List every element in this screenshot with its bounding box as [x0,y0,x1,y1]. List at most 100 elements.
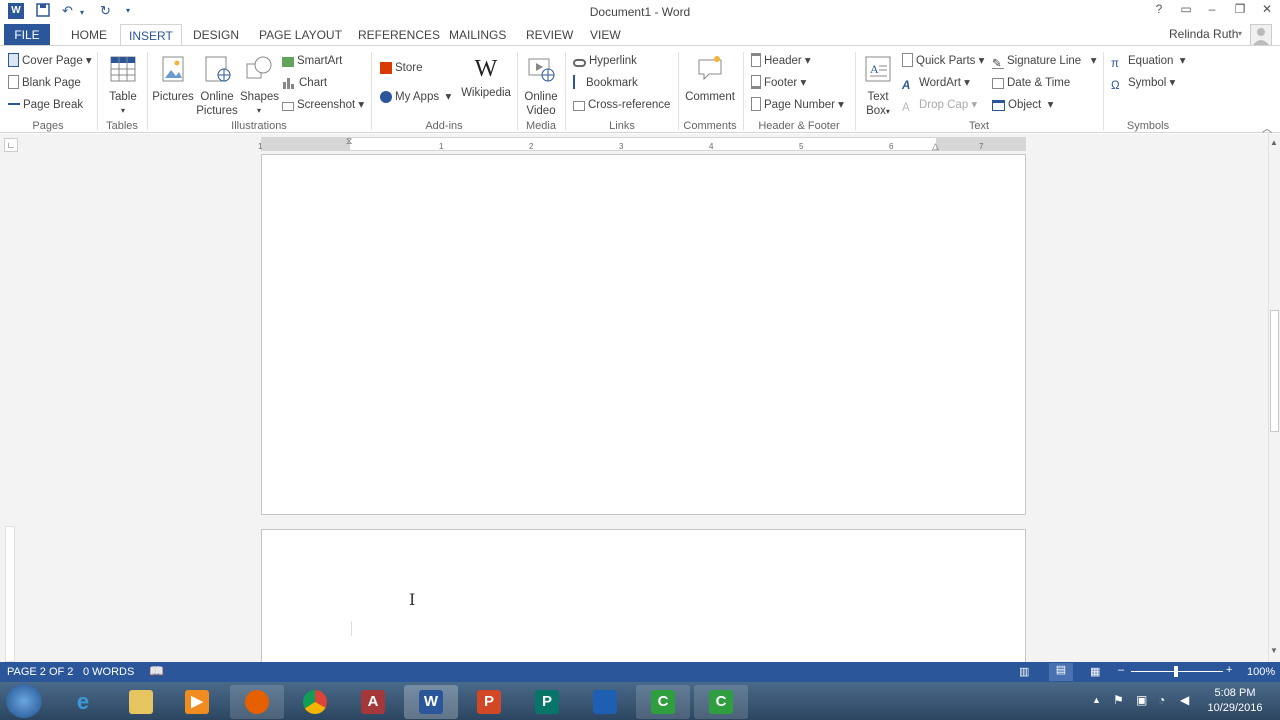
vertical-ruler[interactable] [5,526,15,662]
taskbar-ie[interactable]: e [56,685,110,719]
taskbar-remote-desktop[interactable] [578,685,632,719]
object-button[interactable]: Object ▾ [992,96,1053,114]
tab-mailings[interactable]: MAILINGS [441,24,514,46]
cross-reference-button[interactable]: Cross-reference [573,96,670,114]
cover-page-button[interactable]: Cover Page ▾ [8,52,92,70]
scroll-down-icon[interactable]: ▼ [1270,646,1278,655]
wordart-button[interactable]: A WordArt ▾ [902,74,970,92]
tab-file[interactable]: FILE [4,24,50,46]
tray-wifi-icon[interactable]: ◔ [1158,693,1165,707]
web-layout-icon[interactable]: ▦ [1090,665,1100,678]
right-indent-marker-icon[interactable]: △ [932,141,939,152]
vertical-scrollbar[interactable]: ▲ ▼ [1268,134,1280,662]
cross-reference-label: Cross-reference [588,99,671,111]
page-2[interactable] [261,529,1026,669]
page-number-button[interactable]: Page Number ▾ [751,96,844,114]
collapse-ribbon-icon[interactable]: ︿ [1262,120,1272,135]
date-time-button[interactable]: Date & Time [992,74,1070,92]
drop-cap-icon: A [902,102,910,114]
taskbar-publisher[interactable]: P [520,685,574,719]
online-video-button[interactable]: Online Video [521,54,561,118]
taskbar-camtasia-1[interactable]: C [636,685,690,719]
tab-references[interactable]: REFERENCES [350,24,448,46]
scroll-up-icon[interactable]: ▲ [1270,138,1278,147]
chart-button[interactable]: Chart [282,74,327,92]
store-button[interactable]: Store [380,59,423,77]
online-pictures-label-1: Online [200,91,234,103]
tray-flag-icon[interactable]: ⚑ [1113,693,1124,707]
tray-volume-icon[interactable]: ◀ [1180,693,1189,707]
tray-expand-icon[interactable]: ▲ [1092,695,1101,705]
print-layout-icon[interactable]: ▤ [1049,663,1073,681]
zoom-in-icon[interactable]: + [1226,664,1232,676]
my-apps-button[interactable]: My Apps ▾ [380,88,451,106]
header-button[interactable]: Header ▾ [751,52,811,70]
chart-icon [282,76,296,90]
group-separator [97,52,98,130]
taskbar-word[interactable]: W [404,685,458,719]
taskbar-firefox[interactable] [230,685,284,719]
table-button[interactable]: Table ▾ [104,54,142,118]
taskbar-explorer[interactable] [114,685,168,719]
scrollbar-thumb[interactable] [1270,310,1279,432]
svg-text:A: A [870,62,879,76]
page-1[interactable] [261,154,1026,515]
word-count[interactable]: 0 WORDS [83,666,134,678]
user-dropdown-icon[interactable]: ▾ [1238,29,1242,38]
zoom-out-icon[interactable]: – [1118,664,1124,676]
bookmark-button[interactable]: Bookmark [573,74,638,92]
tab-home[interactable]: HOME [63,24,115,46]
group-label-symbols: Symbols [1126,120,1170,132]
footer-button[interactable]: Footer ▾ [751,74,806,92]
page-break-button[interactable]: Page Break [8,96,83,114]
blank-page-button[interactable]: Blank Page [8,74,81,92]
close-button[interactable]: ✕ [1256,2,1278,22]
avatar[interactable] [1250,24,1272,46]
tray-network-icon[interactable]: ▣ [1136,693,1147,707]
hyperlink-button[interactable]: Hyperlink [573,52,637,70]
tab-selector[interactable]: ∟ [4,138,18,152]
group-separator [678,52,679,130]
read-mode-icon[interactable]: ▥ [1019,665,1029,678]
taskbar-camtasia-2[interactable]: C [694,685,748,719]
tab-review[interactable]: REVIEW [518,24,581,46]
page-break-icon [8,103,20,111]
taskbar-chrome[interactable] [288,685,342,719]
taskbar-powerpoint[interactable]: P [462,685,516,719]
comment-button[interactable]: Comment [683,54,737,104]
text-box-button[interactable]: A Text Box▾ [860,54,896,119]
group-label-addins: Add-ins [425,120,463,132]
equation-button[interactable]: π Equation ▾ [1111,52,1186,70]
wikipedia-button[interactable]: W Wikipedia [460,54,512,100]
page-count[interactable]: PAGE 2 OF 2 [7,666,73,678]
ribbon-display-icon[interactable]: ▭ [1175,2,1197,22]
indent-marker-icon[interactable]: ⧖ [346,136,352,147]
tab-view[interactable]: VIEW [582,24,629,46]
pictures-icon [162,56,184,82]
help-icon[interactable]: ? [1148,2,1170,22]
zoom-level[interactable]: 100% [1247,666,1275,678]
maximize-button[interactable]: ❐ [1229,2,1251,22]
document-area: I [0,154,1268,669]
zoom-thumb[interactable] [1174,666,1178,677]
quick-parts-button[interactable]: Quick Parts ▾ [902,52,984,70]
pictures-button[interactable]: Pictures [151,54,195,104]
tab-design[interactable]: DESIGN [185,24,247,46]
taskbar-access[interactable]: A [346,685,400,719]
tab-insert[interactable]: INSERT [120,24,182,47]
proofing-icon[interactable]: 📖 [149,664,164,678]
online-pictures-button[interactable]: Online Pictures [196,54,238,118]
start-button[interactable] [6,684,42,718]
user-name[interactable]: Relinda Ruth [1169,27,1238,41]
symbol-button[interactable]: Ω Symbol ▾ [1111,74,1175,92]
tab-page-layout[interactable]: PAGE LAYOUT [251,24,350,46]
shapes-button[interactable]: Shapes ▾ [240,54,279,118]
clock[interactable]: 5:08 PM 10/29/2016 [1200,686,1270,716]
screenshot-button[interactable]: Screenshot ▾ [282,96,364,114]
horizontal-ruler[interactable]: 1 1 2 3 4 5 6 7 ⧖ △ [258,136,1026,152]
signature-line-button[interactable]: ✎ Signature Line ▾ [992,52,1097,70]
group-separator [371,52,372,130]
minimize-button[interactable]: – [1201,2,1223,22]
taskbar-media-player[interactable]: ▶ [170,685,224,719]
smartart-button[interactable]: SmartArt [282,52,342,70]
